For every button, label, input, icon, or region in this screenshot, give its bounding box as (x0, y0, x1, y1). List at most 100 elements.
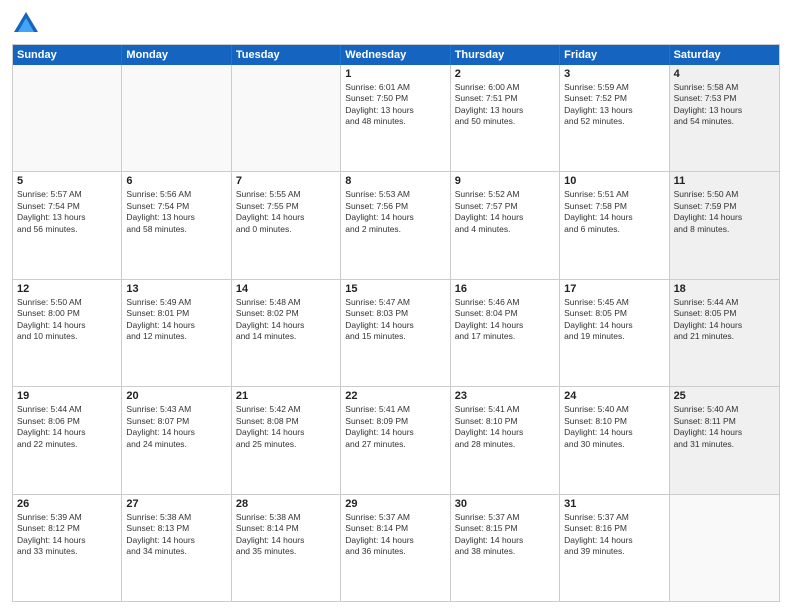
day-info: Sunrise: 5:42 AM Sunset: 8:08 PM Dayligh… (236, 404, 336, 450)
day-cell: 4 Sunrise: 5:58 AM Sunset: 7:53 PM Daylig… (670, 65, 779, 171)
day-number: 8 (345, 175, 445, 187)
week-row-2: 5 Sunrise: 5:57 AM Sunset: 7:54 PM Daylig… (13, 172, 779, 279)
day-number: 22 (345, 390, 445, 402)
day-cell (670, 495, 779, 601)
day-info: Sunrise: 5:45 AM Sunset: 8:05 PM Dayligh… (564, 297, 664, 343)
day-info: Sunrise: 5:44 AM Sunset: 8:06 PM Dayligh… (17, 404, 117, 450)
day-number: 11 (674, 175, 775, 187)
day-cell: 24Sunrise: 5:40 AM Sunset: 8:10 PM Dayli… (560, 387, 669, 493)
day-cell: 23 Sunrise: 5:41 AM Sunset: 8:10 PM Dayli… (451, 387, 560, 493)
day-number: 19 (17, 390, 117, 402)
day-cell: 11 Sunrise: 5:50 AM Sunset: 7:59 PM Dayli… (670, 172, 779, 278)
day-number: 21 (236, 390, 336, 402)
day-cell: 3 Sunrise: 5:59 AM Sunset: 7:52 PM Daylig… (560, 65, 669, 171)
week-row-1: 1 Sunrise: 6:01 AM Sunset: 7:50 PM Daylig… (13, 65, 779, 172)
page: SundayMondayTuesdayWednesdayThursdayFrid… (0, 0, 792, 612)
day-cell (13, 65, 122, 171)
day-info: Sunrise: 5:44 AM Sunset: 8:05 PM Dayligh… (674, 297, 775, 343)
day-number: 16 (455, 283, 555, 295)
day-cell: 27Sunrise: 5:38 AM Sunset: 8:13 PM Dayli… (122, 495, 231, 601)
calendar-body: 1 Sunrise: 6:01 AM Sunset: 7:50 PM Daylig… (13, 65, 779, 601)
day-info: Sunrise: 5:50 AM Sunset: 7:59 PM Dayligh… (674, 189, 775, 235)
day-info: Sunrise: 5:50 AM Sunset: 8:00 PM Dayligh… (17, 297, 117, 343)
day-number: 9 (455, 175, 555, 187)
day-info: Sunrise: 5:49 AM Sunset: 8:01 PM Dayligh… (126, 297, 226, 343)
day-info: Sunrise: 5:56 AM Sunset: 7:54 PM Dayligh… (126, 189, 226, 235)
day-header-thursday: Thursday (451, 45, 560, 65)
day-number: 30 (455, 498, 555, 510)
day-info: Sunrise: 5:59 AM Sunset: 7:52 PM Dayligh… (564, 82, 664, 128)
day-cell: 30Sunrise: 5:37 AM Sunset: 8:15 PM Dayli… (451, 495, 560, 601)
day-info: Sunrise: 5:47 AM Sunset: 8:03 PM Dayligh… (345, 297, 445, 343)
day-cell: 19 Sunrise: 5:44 AM Sunset: 8:06 PM Dayli… (13, 387, 122, 493)
day-info: Sunrise: 5:38 AM Sunset: 8:14 PM Dayligh… (236, 512, 336, 558)
header (12, 10, 780, 38)
day-number: 20 (126, 390, 226, 402)
day-info: Sunrise: 5:40 AM Sunset: 8:11 PM Dayligh… (674, 404, 775, 450)
week-row-4: 19 Sunrise: 5:44 AM Sunset: 8:06 PM Dayli… (13, 387, 779, 494)
day-cell (122, 65, 231, 171)
day-info: Sunrise: 5:38 AM Sunset: 8:13 PM Dayligh… (126, 512, 226, 558)
logo-icon (12, 10, 40, 38)
day-number: 12 (17, 283, 117, 295)
day-header-sunday: Sunday (13, 45, 122, 65)
logo (12, 10, 44, 38)
day-number: 28 (236, 498, 336, 510)
day-info: Sunrise: 5:46 AM Sunset: 8:04 PM Dayligh… (455, 297, 555, 343)
day-info: Sunrise: 5:58 AM Sunset: 7:53 PM Dayligh… (674, 82, 775, 128)
day-number: 10 (564, 175, 664, 187)
day-info: Sunrise: 5:55 AM Sunset: 7:55 PM Dayligh… (236, 189, 336, 235)
day-number: 14 (236, 283, 336, 295)
day-number: 2 (455, 68, 555, 80)
day-number: 29 (345, 498, 445, 510)
day-info: Sunrise: 5:37 AM Sunset: 8:14 PM Dayligh… (345, 512, 445, 558)
day-cell: 9Sunrise: 5:52 AM Sunset: 7:57 PM Daylig… (451, 172, 560, 278)
day-cell: 31 Sunrise: 5:37 AM Sunset: 8:16 PM Dayli… (560, 495, 669, 601)
day-number: 5 (17, 175, 117, 187)
day-info: Sunrise: 5:43 AM Sunset: 8:07 PM Dayligh… (126, 404, 226, 450)
day-number: 26 (17, 498, 117, 510)
week-row-5: 26Sunrise: 5:39 AM Sunset: 8:12 PM Dayli… (13, 495, 779, 601)
day-cell: 15Sunrise: 5:47 AM Sunset: 8:03 PM Dayli… (341, 280, 450, 386)
day-cell: 7Sunrise: 5:55 AM Sunset: 7:55 PM Daylig… (232, 172, 341, 278)
day-info: Sunrise: 5:53 AM Sunset: 7:56 PM Dayligh… (345, 189, 445, 235)
day-cell: 26Sunrise: 5:39 AM Sunset: 8:12 PM Dayli… (13, 495, 122, 601)
day-cell: 8 Sunrise: 5:53 AM Sunset: 7:56 PM Daylig… (341, 172, 450, 278)
day-header-wednesday: Wednesday (341, 45, 450, 65)
day-cell: 28 Sunrise: 5:38 AM Sunset: 8:14 PM Dayli… (232, 495, 341, 601)
day-number: 18 (674, 283, 775, 295)
day-header-monday: Monday (122, 45, 231, 65)
day-info: Sunrise: 5:37 AM Sunset: 8:16 PM Dayligh… (564, 512, 664, 558)
day-cell: 21 Sunrise: 5:42 AM Sunset: 8:08 PM Dayli… (232, 387, 341, 493)
day-number: 31 (564, 498, 664, 510)
day-cell: 10Sunrise: 5:51 AM Sunset: 7:58 PM Dayli… (560, 172, 669, 278)
day-cell: 6 Sunrise: 5:56 AM Sunset: 7:54 PM Daylig… (122, 172, 231, 278)
day-header-tuesday: Tuesday (232, 45, 341, 65)
day-cell: 17 Sunrise: 5:45 AM Sunset: 8:05 PM Dayli… (560, 280, 669, 386)
day-cell: 16 Sunrise: 5:46 AM Sunset: 8:04 PM Dayli… (451, 280, 560, 386)
day-info: Sunrise: 6:00 AM Sunset: 7:51 PM Dayligh… (455, 82, 555, 128)
calendar: SundayMondayTuesdayWednesdayThursdayFrid… (12, 44, 780, 602)
day-info: Sunrise: 5:41 AM Sunset: 8:09 PM Dayligh… (345, 404, 445, 450)
day-number: 3 (564, 68, 664, 80)
day-number: 1 (345, 68, 445, 80)
day-cell: 1 Sunrise: 6:01 AM Sunset: 7:50 PM Daylig… (341, 65, 450, 171)
day-number: 4 (674, 68, 775, 80)
day-header-friday: Friday (560, 45, 669, 65)
day-number: 24 (564, 390, 664, 402)
week-row-3: 12 Sunrise: 5:50 AM Sunset: 8:00 PM Dayli… (13, 280, 779, 387)
day-number: 23 (455, 390, 555, 402)
day-info: Sunrise: 6:01 AM Sunset: 7:50 PM Dayligh… (345, 82, 445, 128)
day-cell: 20 Sunrise: 5:43 AM Sunset: 8:07 PM Dayli… (122, 387, 231, 493)
day-cell: 29 Sunrise: 5:37 AM Sunset: 8:14 PM Dayli… (341, 495, 450, 601)
day-cell: 5 Sunrise: 5:57 AM Sunset: 7:54 PM Daylig… (13, 172, 122, 278)
day-info: Sunrise: 5:41 AM Sunset: 8:10 PM Dayligh… (455, 404, 555, 450)
day-cell: 14 Sunrise: 5:48 AM Sunset: 8:02 PM Dayli… (232, 280, 341, 386)
day-cell (232, 65, 341, 171)
day-info: Sunrise: 5:48 AM Sunset: 8:02 PM Dayligh… (236, 297, 336, 343)
day-info: Sunrise: 5:57 AM Sunset: 7:54 PM Dayligh… (17, 189, 117, 235)
day-cell: 2 Sunrise: 6:00 AM Sunset: 7:51 PM Daylig… (451, 65, 560, 171)
day-number: 17 (564, 283, 664, 295)
day-number: 6 (126, 175, 226, 187)
day-headers: SundayMondayTuesdayWednesdayThursdayFrid… (13, 45, 779, 65)
